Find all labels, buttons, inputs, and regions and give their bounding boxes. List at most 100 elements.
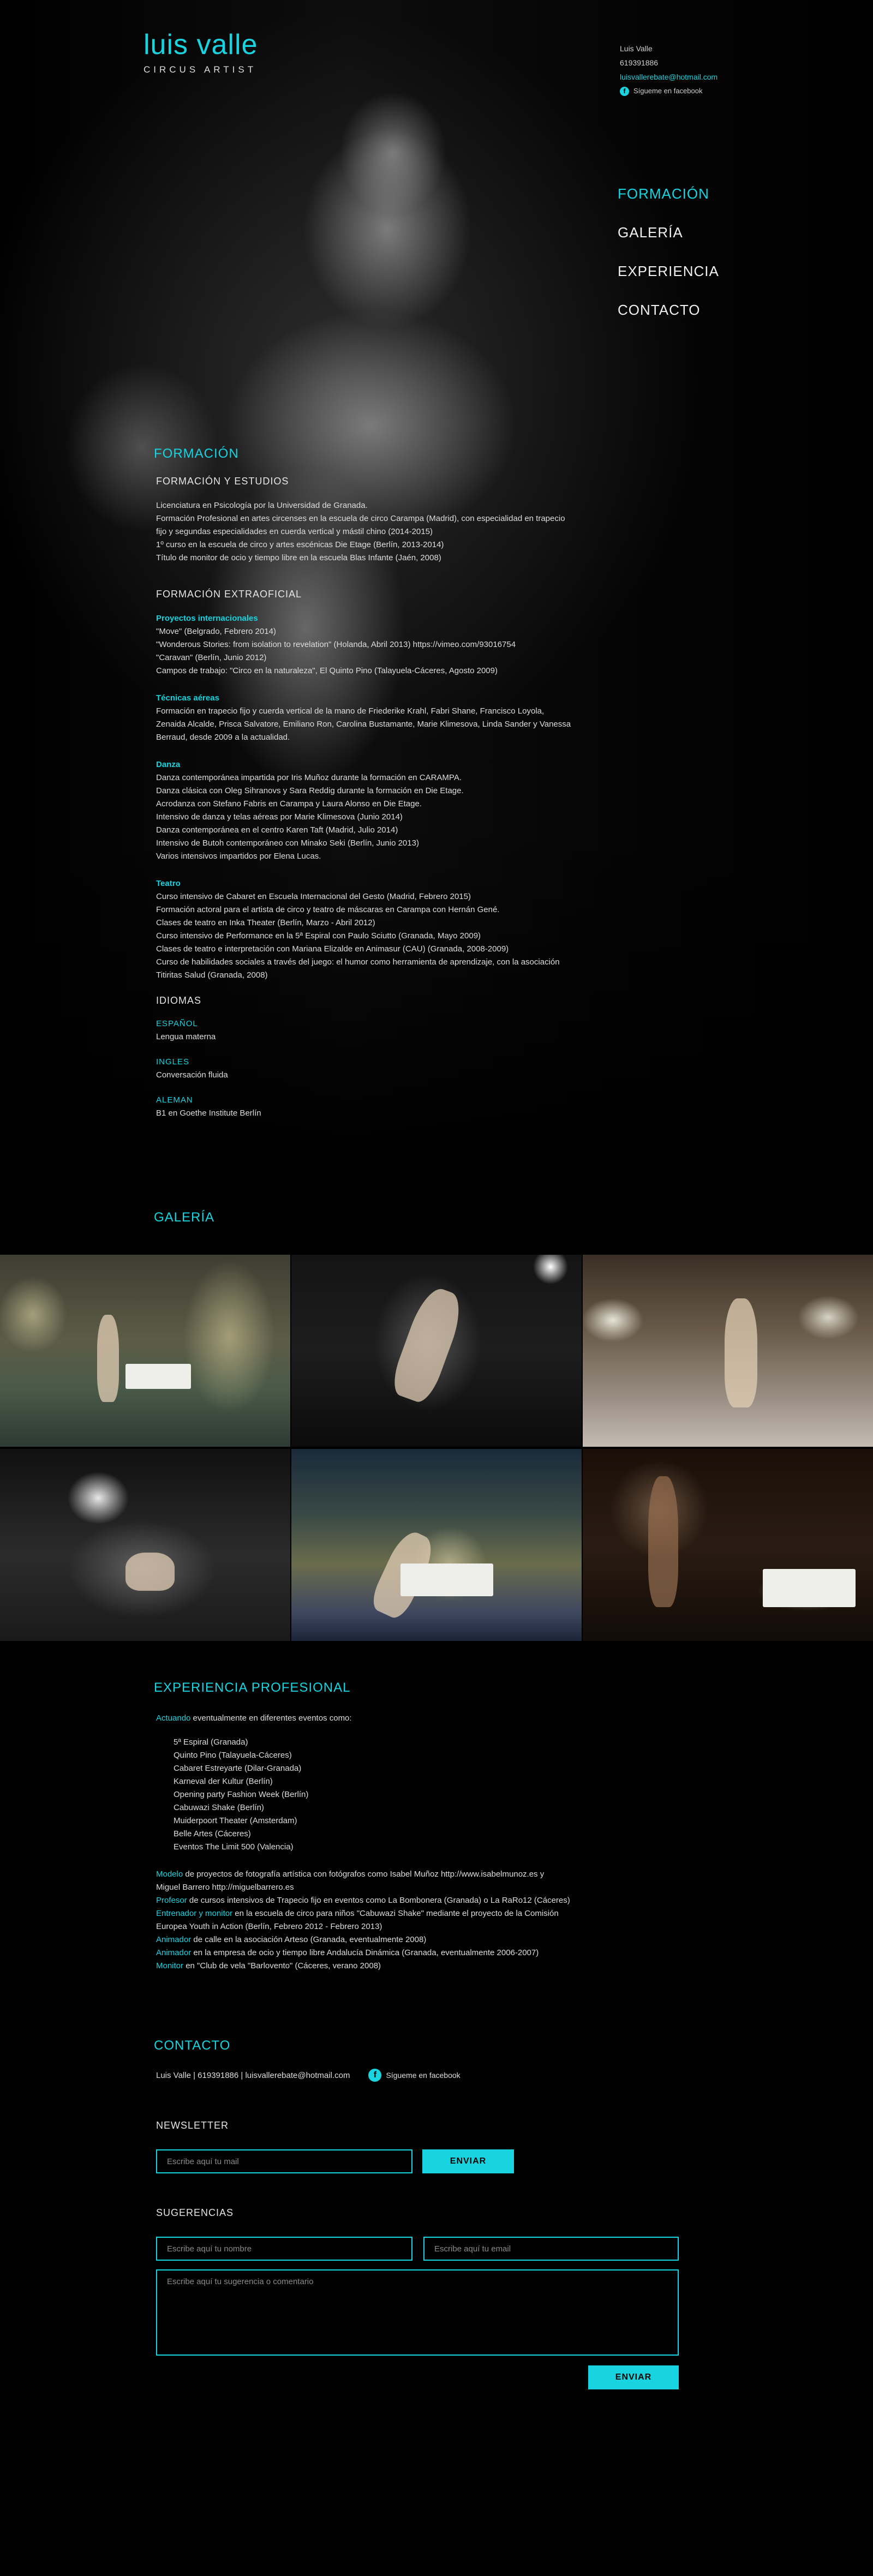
role-highlight: Entrenador y monitor xyxy=(156,1909,233,1918)
header-contact-name: Luis Valle xyxy=(620,44,653,53)
experiencia-intro-highlight: Actuando xyxy=(156,1714,191,1723)
proyectos-title: Proyectos internacionales xyxy=(156,614,258,623)
estudios-item: fijo y segundas especialidades en cuerda… xyxy=(156,527,433,536)
photo-figure xyxy=(97,1315,119,1402)
nav-item-formacion[interactable]: FORMACIÓN xyxy=(618,187,719,201)
roles-list: Modelo de proyectos de fotografía artíst… xyxy=(156,1868,658,1973)
idioma-level: B1 en Goethe Institute Berlín xyxy=(156,1109,261,1118)
facebook-icon: f xyxy=(620,86,629,96)
idioma-item: INGLES Conversación fluida xyxy=(156,1056,647,1082)
idioma-lang: ESPAÑOL xyxy=(156,1019,198,1028)
photo-piano xyxy=(400,1563,493,1596)
proyectos-item: "Move" (Belgrado, Febrero 2014) xyxy=(156,627,276,636)
experiencia-intro-text: eventualmente en diferentes eventos como… xyxy=(190,1714,352,1723)
tecnicas-item: Formación en trapecio fijo y cuerda vert… xyxy=(156,706,545,716)
role-text: Europea Youth in Action (Berlín, Febrero… xyxy=(156,1922,382,1931)
newsletter-email-input[interactable] xyxy=(156,2149,412,2173)
danza-block: Danza Danza contemporánea impartida por … xyxy=(156,758,647,863)
photo-figure xyxy=(648,1476,678,1607)
header-facebook-link[interactable]: f Sígueme en facebook xyxy=(620,84,717,98)
gallery-grid xyxy=(0,1255,873,1641)
gallery-photo[interactable] xyxy=(583,1449,873,1641)
role-item: Profesor de cursos intensivos de Trapeci… xyxy=(156,1894,658,1907)
gallery-photo[interactable] xyxy=(583,1255,873,1447)
facebook-icon: f xyxy=(368,2069,382,2082)
formacion-section: FORMACIÓN Y ESTUDIOS Licenciatura en Psi… xyxy=(156,476,647,1134)
estudios-list: Licenciatura en Psicología por la Univer… xyxy=(156,499,647,565)
evento-item: Karneval der Kultur (Berlín) xyxy=(174,1777,273,1786)
role-item: Europea Youth in Action (Berlín, Febrero… xyxy=(156,1920,658,1933)
photo-piano xyxy=(125,1364,191,1389)
role-text: Miguel Barrero http://miguelbarrero.es xyxy=(156,1883,294,1892)
gallery-photo[interactable] xyxy=(0,1255,290,1447)
gallery-photo[interactable] xyxy=(0,1449,290,1641)
idioma-item: ALEMAN B1 en Goethe Institute Berlín xyxy=(156,1094,647,1120)
logo-name: luis valle xyxy=(143,29,258,61)
proyectos-item: "Caravan" (Berlín, Junio 2012) xyxy=(156,653,267,662)
sugerencias-send-button[interactable]: ENVIAR xyxy=(588,2365,679,2389)
role-item: Animador en la empresa de ocio y tiempo … xyxy=(156,1946,658,1960)
gallery-photo[interactable] xyxy=(291,1255,582,1447)
idioma-lang: ALEMAN xyxy=(156,1095,193,1105)
tecnicas-title: Técnicas aéreas xyxy=(156,693,219,703)
header-facebook-label: Sígueme en facebook xyxy=(633,87,703,95)
teatro-item: Titiritas Salud (Granada, 2008) xyxy=(156,971,268,980)
extra-title: FORMACIÓN EXTRAOFICIAL xyxy=(156,589,302,600)
role-highlight: Monitor xyxy=(156,1961,184,1970)
experiencia-section: Actuando eventualmente en diferentes eve… xyxy=(156,1712,658,1973)
header-contact-email[interactable]: luisvallerebate@hotmail.com xyxy=(620,70,717,84)
nav-item-contacto[interactable]: CONTACTO xyxy=(618,303,719,317)
teatro-item: Clases de teatro en Inka Theater (Berlín… xyxy=(156,918,375,927)
role-text: de cursos intensivos de Trapecio fijo en… xyxy=(187,1896,570,1905)
estudios-title: FORMACIÓN Y ESTUDIOS xyxy=(156,476,289,487)
evento-item: Belle Artes (Cáceres) xyxy=(174,1829,251,1838)
idioma-lang: INGLES xyxy=(156,1057,190,1067)
evento-item: Quinto Pino (Talayuela-Cáceres) xyxy=(174,1751,292,1760)
contact-info-line: Luis Valle | 619391886 | luisvallerebate… xyxy=(156,2069,461,2082)
section-title-experiencia: EXPERIENCIA PROFESIONAL xyxy=(154,1680,351,1695)
photo-figure xyxy=(725,1298,757,1407)
estudios-item: Licenciatura en Psicología por la Univer… xyxy=(156,501,368,510)
role-item: Modelo de proyectos de fotografía artíst… xyxy=(156,1868,658,1881)
idiomas-title: IDIOMAS xyxy=(156,995,202,1006)
role-text: en la empresa de ocio y tiempo libre And… xyxy=(191,1948,539,1957)
nav-item-galeria[interactable]: GALERÍA xyxy=(618,225,719,239)
teatro-item: Curso intensivo de Cabaret en Escuela In… xyxy=(156,892,471,901)
newsletter-send-button[interactable]: ENVIAR xyxy=(422,2149,514,2173)
header-contact-phone: 619391886 xyxy=(620,58,659,67)
teatro-title: Teatro xyxy=(156,879,181,888)
role-text: en la escuela de circo para niños "Cabuw… xyxy=(232,1909,559,1918)
photo-figure xyxy=(387,1283,468,1406)
estudios-item: Formación Profesional en artes circenses… xyxy=(156,514,565,523)
contact-info-text: Luis Valle | 619391886 | luisvallerebate… xyxy=(156,2070,350,2080)
evento-item: Muiderpoort Theater (Amsterdam) xyxy=(174,1816,297,1825)
evento-item: Cabaret Estreyarte (Dilar-Granada) xyxy=(174,1764,302,1773)
proyectos-item: Campos de trabajo: "Circo en la naturale… xyxy=(156,666,498,675)
danza-item: Danza contemporánea impartida por Iris M… xyxy=(156,773,462,782)
danza-item: Intensivo de Butoh contemporáneo con Min… xyxy=(156,838,419,848)
teatro-item: Formación actoral para el artista de cir… xyxy=(156,905,500,914)
role-highlight: Animador xyxy=(156,1935,192,1944)
experiencia-intro: Actuando eventualmente en diferentes eve… xyxy=(156,1712,658,1725)
evento-item: Eventos The Limit 500 (Valencia) xyxy=(174,1842,294,1852)
danza-item: Danza contemporánea en el centro Karen T… xyxy=(156,825,398,835)
evento-item: 5ª Espiral (Granada) xyxy=(174,1738,248,1747)
role-item: Miguel Barrero http://miguelbarrero.es xyxy=(156,1881,658,1894)
sugerencias-email-input[interactable] xyxy=(423,2237,679,2261)
contact-facebook-link[interactable]: f Sígueme en facebook xyxy=(368,2069,461,2082)
nav-item-experiencia[interactable]: EXPERIENCIA xyxy=(618,264,719,278)
sugerencias-name-input[interactable] xyxy=(156,2237,412,2261)
proyectos-item: "Wonderous Stories: from isolation to re… xyxy=(156,640,516,649)
tecnicas-item: Berraud, desde 2009 a la actualidad. xyxy=(156,733,290,742)
role-highlight: Profesor xyxy=(156,1896,187,1905)
sugerencias-message-textarea[interactable] xyxy=(156,2269,679,2356)
gallery-photo[interactable] xyxy=(291,1449,582,1641)
logo[interactable]: luis valle CIRCUS ARTIST xyxy=(143,31,258,75)
role-highlight: Animador xyxy=(156,1948,192,1957)
teatro-item: Clases de teatro e interpretación con Ma… xyxy=(156,944,509,954)
sugerencias-title: SUGERENCIAS xyxy=(156,2207,234,2218)
eventos-list: 5ª Espiral (Granada) Quinto Pino (Talayu… xyxy=(174,1736,658,1854)
role-text: de calle en la asociación Arteso (Granad… xyxy=(191,1935,427,1944)
teatro-item: Curso de habilidades sociales a través d… xyxy=(156,957,560,967)
role-item: Monitor en "Club de vela "Barlovento" (C… xyxy=(156,1960,658,1973)
